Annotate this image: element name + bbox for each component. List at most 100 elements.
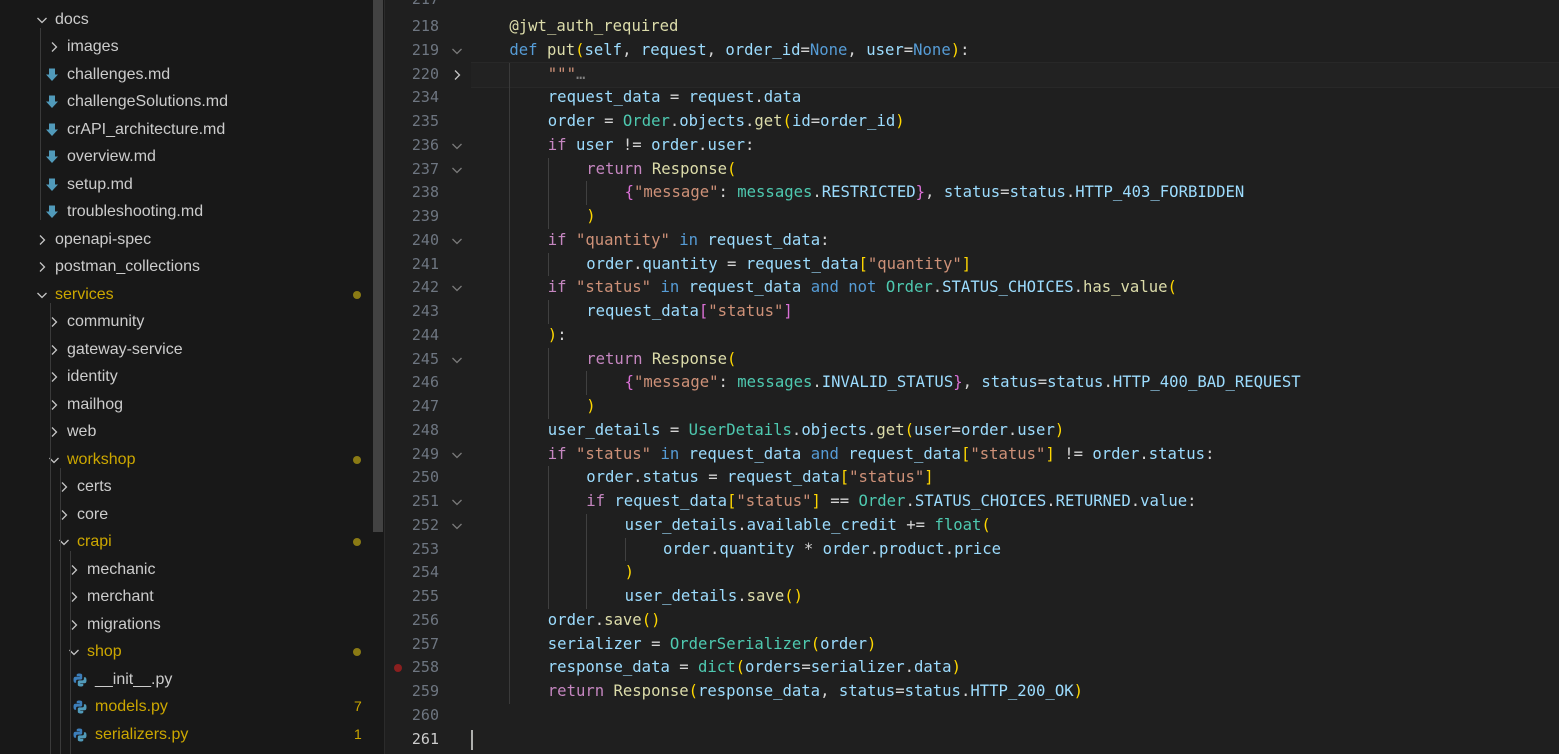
- chevron-right-icon[interactable]: [46, 369, 62, 385]
- code-line[interactable]: 245 return Response(: [385, 347, 1559, 372]
- explorer-folder-certs[interactable]: certs: [0, 473, 372, 501]
- explorer-folder-merchant[interactable]: merchant: [0, 583, 372, 611]
- code-line[interactable]: 237 return Response(: [385, 157, 1559, 182]
- explorer-file-models-py[interactable]: models.py 7: [0, 693, 372, 721]
- code-line[interactable]: 241 order.quantity = request_data["quanti…: [385, 252, 1559, 277]
- code-line[interactable]: 236 if user != order.user:: [385, 133, 1559, 158]
- explorer-folder-mechanic[interactable]: mechanic: [0, 556, 372, 584]
- explorer-file-init-py[interactable]: __init__.py: [0, 666, 372, 694]
- code-line[interactable]: 261: [385, 728, 1559, 752]
- chevron-right-icon[interactable]: [46, 314, 62, 330]
- line-number: 254: [411, 563, 439, 582]
- explorer-folder-postman-collections[interactable]: postman_collections: [0, 253, 372, 281]
- code-line[interactable]: 244):: [385, 323, 1559, 348]
- line-number: 258: [411, 658, 439, 677]
- chevron-right-icon[interactable]: [66, 589, 82, 605]
- code-line[interactable]: 254): [385, 561, 1559, 585]
- code-line[interactable]: 234 request_data = request.data: [385, 86, 1559, 110]
- chevron-right-icon[interactable]: [46, 424, 62, 440]
- explorer-file-challengesolutions-md[interactable]: challengeSolutions.md: [0, 88, 372, 116]
- explorer-folder-crapi[interactable]: crapi: [0, 528, 372, 556]
- code-line[interactable]: 253 order.quantity * order.product.price: [385, 537, 1559, 562]
- explorer-folder-identity[interactable]: identity: [0, 363, 372, 391]
- chevron-down-icon[interactable]: [56, 534, 72, 550]
- code-line[interactable]: 238 {"message": messages.RESTRICTED}, sta…: [385, 181, 1559, 205]
- code-text: if user != order.user:: [547, 135, 755, 154]
- code-line[interactable]: 249 if "status" in request_data and reque…: [385, 442, 1559, 467]
- line-number: 247: [411, 397, 439, 415]
- chevron-down-icon[interactable]: [34, 287, 50, 303]
- code-line[interactable]: 246 {"message": messages.INVALID_STATUS},…: [385, 371, 1559, 395]
- code-editor[interactable]: 217 218 @jwt_auth_required 219 def put(self…: [385, 0, 1559, 754]
- fold-chevron-down-icon[interactable]: [449, 233, 465, 249]
- explorer-item-label: merchant: [87, 588, 154, 605]
- chevron-right-icon[interactable]: [66, 562, 82, 578]
- sidebar-scrollbar-thumb[interactable]: [373, 0, 383, 532]
- chevron-right-icon[interactable]: [46, 342, 62, 358]
- fold-chevron-down-icon[interactable]: [449, 43, 465, 59]
- explorer-folder-workshop[interactable]: workshop: [0, 446, 372, 474]
- code-text: ): [624, 563, 634, 582]
- explorer-item-label: gateway-service: [67, 340, 183, 358]
- code-line[interactable]: 251 if request_data["status"] == Order.ST…: [385, 490, 1559, 514]
- markdown-file-icon: [44, 149, 60, 165]
- fold-chevron-down-icon[interactable]: [449, 138, 465, 154]
- code-line[interactable]: 218 @jwt_auth_required: [385, 15, 1559, 39]
- code-line[interactable]: 240 if "quantity" in request_data:: [385, 228, 1559, 253]
- explorer-file-setup-md[interactable]: setup.md: [0, 171, 372, 199]
- explorer-folder-shop[interactable]: shop: [0, 638, 372, 666]
- line-number: 245: [411, 349, 439, 368]
- explorer-file-overview-md[interactable]: overview.md: [0, 143, 372, 171]
- chevron-right-icon[interactable]: [34, 232, 50, 248]
- explorer-folder-services[interactable]: services: [0, 281, 372, 309]
- code-line[interactable]: 243 request_data["status"]: [385, 300, 1559, 324]
- explorer-folder-migrations[interactable]: migrations: [0, 611, 372, 639]
- chevron-right-icon[interactable]: [34, 259, 50, 275]
- explorer-folder-core[interactable]: core: [0, 501, 372, 529]
- code-line[interactable]: 219 def put(self, request, order_id=None,…: [385, 39, 1559, 63]
- explorer-file-serializers-py[interactable]: serializers.py 1: [0, 721, 372, 749]
- code-line[interactable]: 248 user_details = UserDetails.objects.ge…: [385, 418, 1559, 443]
- explorer-folder-community[interactable]: community: [0, 308, 372, 336]
- explorer-folder-mailhog[interactable]: mailhog: [0, 391, 372, 419]
- chevron-right-icon[interactable]: [56, 479, 72, 495]
- explorer-file-crapi-architecture-md[interactable]: crAPI_architecture.md: [0, 116, 372, 144]
- sidebar-scrollbar[interactable]: [372, 0, 384, 754]
- code-line[interactable]: 258 response_data = dict(orders=serialize…: [385, 656, 1559, 680]
- fold-chevron-down-icon[interactable]: [449, 447, 465, 463]
- chevron-right-icon[interactable]: [66, 617, 82, 633]
- explorer-folder-openapi-spec[interactable]: openapi-spec: [0, 226, 372, 254]
- code-line[interactable]: 252 user_details.available_credit += floa…: [385, 513, 1559, 538]
- fold-chevron-down-icon[interactable]: [449, 280, 465, 296]
- code-line[interactable]: 220 """…: [385, 62, 1559, 87]
- code-line[interactable]: 250 order.status = request_data["status"]: [385, 466, 1559, 490]
- code-line[interactable]: 255 user_details.save(): [385, 585, 1559, 609]
- chevron-down-icon[interactable]: [66, 644, 82, 660]
- fold-chevron-right-icon[interactable]: [449, 67, 465, 83]
- code-line[interactable]: 247): [385, 395, 1559, 419]
- fold-chevron-down-icon[interactable]: [449, 494, 465, 510]
- code-line[interactable]: 259 return Response(response_data, status…: [385, 680, 1559, 704]
- explorer-file-challenges-md[interactable]: challenges.md: [0, 61, 372, 89]
- code-line[interactable]: 239): [385, 205, 1559, 229]
- code-line[interactable]: 235 order = Order.objects.get(id=order_id…: [385, 110, 1559, 134]
- line-number: 252: [411, 515, 439, 534]
- line-number: 257: [411, 634, 439, 653]
- code-line[interactable]: 256 order.save(): [385, 608, 1559, 633]
- fold-chevron-down-icon[interactable]: [449, 162, 465, 178]
- fold-chevron-down-icon[interactable]: [449, 518, 465, 534]
- chevron-right-icon[interactable]: [46, 39, 62, 55]
- explorer-folder-web[interactable]: web: [0, 418, 372, 446]
- explorer-folder-gateway-service[interactable]: gateway-service: [0, 336, 372, 364]
- chevron-down-icon[interactable]: [46, 452, 62, 468]
- explorer-file-troubleshooting-md[interactable]: troubleshooting.md: [0, 198, 372, 226]
- fold-chevron-down-icon[interactable]: [449, 352, 465, 368]
- explorer-folder-docs[interactable]: docs: [0, 6, 372, 34]
- chevron-right-icon[interactable]: [46, 397, 62, 413]
- code-line[interactable]: 242 if "status" in request_data and not O…: [385, 276, 1559, 300]
- code-line[interactable]: 257 serializer = OrderSerializer(order): [385, 632, 1559, 657]
- explorer-folder-images[interactable]: images: [0, 33, 372, 61]
- chevron-right-icon[interactable]: [56, 507, 72, 523]
- chevron-down-icon[interactable]: [34, 12, 50, 28]
- code-line[interactable]: 260: [385, 704, 1559, 728]
